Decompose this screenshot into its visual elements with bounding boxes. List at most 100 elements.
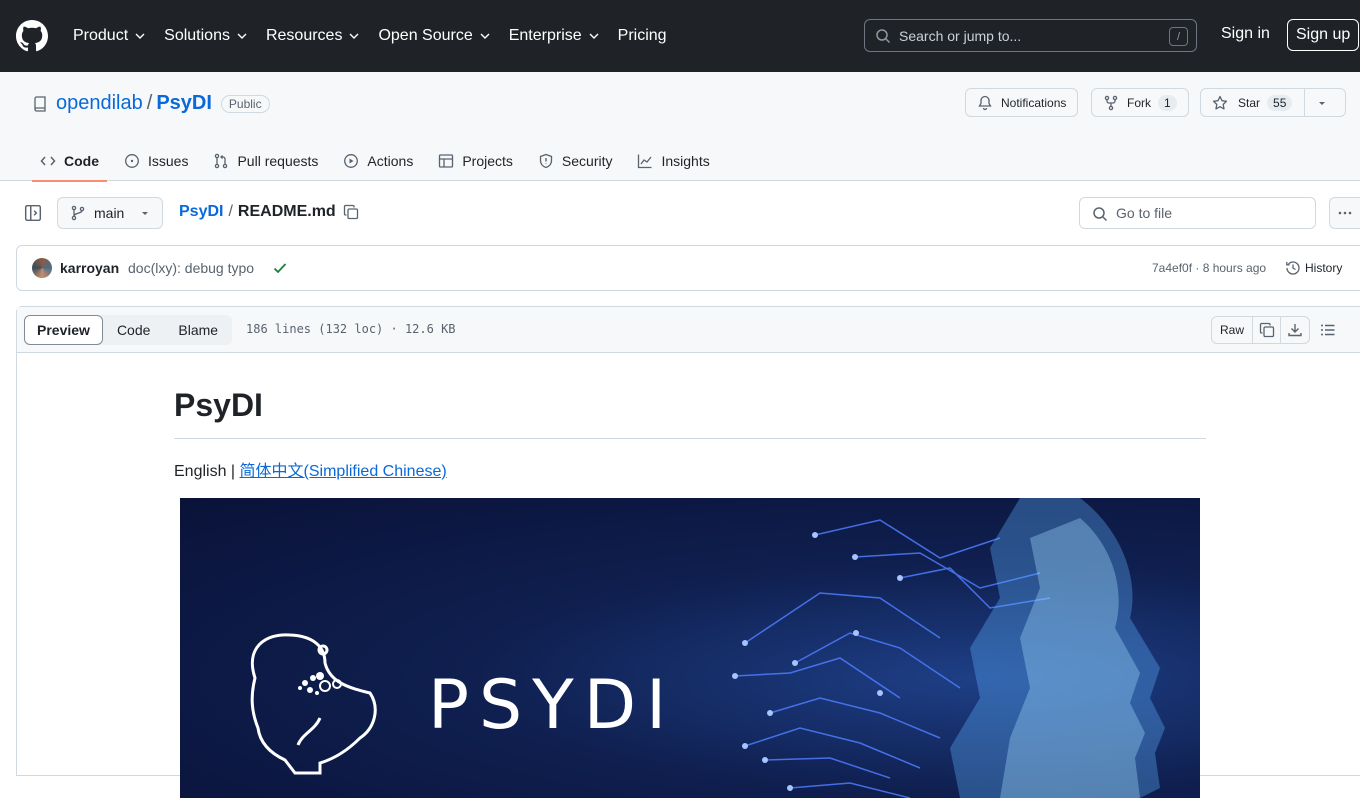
tab-pull-requests[interactable]: Pull requests	[205, 141, 326, 181]
fork-button[interactable]: Fork 1	[1091, 88, 1189, 117]
nav-label: Open Source	[378, 27, 473, 44]
chinese-readme-link[interactable]: 简体中文(Simplified Chinese)	[240, 463, 447, 480]
bell-icon	[978, 95, 992, 110]
repo-icon	[34, 95, 46, 112]
search-icon	[1093, 207, 1108, 222]
tab-label: Code	[64, 153, 99, 169]
file-toolbar: main PsyDI / README.md Go to file	[0, 181, 1360, 245]
notifications-label: Notifications	[1001, 95, 1067, 110]
sign-in-link[interactable]: Sign in	[1221, 25, 1270, 43]
nav-label: Pricing	[617, 27, 667, 44]
kebab-horizontal-icon	[1338, 211, 1352, 215]
nav-label: Solutions	[164, 27, 230, 44]
top-nav: Product Solutions Resources Open Source …	[73, 27, 685, 45]
triangle-down-icon	[1318, 101, 1325, 105]
code-icon	[40, 156, 56, 166]
play-icon	[344, 154, 359, 168]
nav-pricing[interactable]: Pricing	[618, 27, 667, 45]
chevron-down-icon	[480, 33, 490, 39]
fork-label: Fork	[1127, 95, 1151, 110]
code-view-tab[interactable]: Code	[103, 315, 164, 345]
banner-wordmark: PSYDI	[428, 666, 677, 745]
raw-button[interactable]: Raw	[1212, 317, 1254, 343]
nav-enterprise[interactable]: Enterprise	[509, 27, 600, 45]
head-silhouette	[950, 498, 1165, 798]
logo-head-icon	[250, 633, 377, 775]
go-to-file-input[interactable]: Go to file	[1079, 197, 1316, 229]
commit-author-link[interactable]: karroyan	[60, 260, 119, 276]
copy-icon[interactable]	[343, 204, 359, 220]
sidebar-expand-icon[interactable]	[24, 204, 42, 222]
shield-icon	[539, 153, 553, 169]
repo-name-link[interactable]: PsyDI	[156, 92, 212, 115]
tab-label: Issues	[148, 153, 189, 169]
download-button[interactable]	[1281, 317, 1309, 343]
file-viewer-header: Preview Code Blame 186 lines (132 loc) ·…	[17, 307, 1360, 353]
copy-raw-button[interactable]	[1253, 317, 1282, 343]
issue-icon	[125, 154, 139, 168]
star-dropdown-button[interactable]	[1304, 89, 1338, 116]
more-options-button[interactable]	[1329, 197, 1360, 229]
tab-issues[interactable]: Issues	[116, 141, 196, 181]
search-shortcut-key: /	[1169, 27, 1188, 46]
check-icon[interactable]	[272, 260, 288, 276]
triangle-down-icon	[142, 212, 149, 215]
graph-icon	[638, 154, 652, 169]
tab-label: Actions	[367, 153, 414, 169]
repo-owner-link[interactable]: opendilab	[56, 92, 143, 115]
global-header: Product Solutions Resources Open Source …	[0, 0, 1360, 72]
tab-label: Pull requests	[237, 153, 319, 169]
chevron-down-icon	[589, 33, 599, 39]
star-label: Star	[1238, 95, 1261, 110]
nav-open-source[interactable]: Open Source	[378, 27, 490, 45]
repo-header: opendilab / PsyDI Public Notifications F…	[0, 72, 1360, 182]
readme-content: PsyDI English | 简体中文(Simplified Chinese)	[174, 353, 1206, 798]
github-logo-icon[interactable]	[16, 20, 48, 52]
copy-icon	[1259, 322, 1274, 338]
tab-security[interactable]: Security	[530, 141, 621, 181]
branch-name: main	[94, 205, 125, 221]
history-label: History	[1305, 261, 1343, 275]
breadcrumb-file: README.md	[237, 203, 336, 220]
file-viewer: Preview Code Blame 186 lines (132 loc) ·…	[16, 306, 1360, 798]
notifications-button[interactable]: Notifications	[965, 88, 1079, 117]
language-prefix: English |	[174, 463, 240, 480]
nav-resources[interactable]: Resources	[266, 27, 360, 45]
tab-actions[interactable]: Actions	[335, 141, 421, 181]
star-icon	[1212, 95, 1228, 110]
nav-product[interactable]: Product	[73, 27, 146, 45]
search-placeholder: Search or jump to...	[899, 27, 1022, 44]
table-icon	[439, 154, 454, 168]
readme-title: PsyDI	[174, 387, 1206, 439]
commit-sha-time[interactable]: 7a4ef0f · 8 hours ago	[1152, 261, 1266, 275]
preview-tab[interactable]: Preview	[24, 315, 103, 345]
tab-projects[interactable]: Projects	[430, 141, 521, 181]
breadcrumb-repo-link[interactable]: PsyDI	[179, 203, 223, 221]
tab-label: Projects	[462, 153, 513, 169]
global-search-input[interactable]: Search or jump to... /	[864, 19, 1197, 52]
star-count: 55	[1267, 94, 1293, 111]
tab-insights[interactable]: Insights	[629, 141, 717, 181]
tab-label: Insights	[661, 153, 710, 169]
commit-message-link[interactable]: doc(lxy): debug typo	[128, 260, 254, 276]
chevron-down-icon	[237, 33, 247, 39]
branch-icon	[71, 205, 85, 221]
sign-up-button[interactable]: Sign up	[1287, 19, 1360, 51]
brain-circuit-illustration	[250, 498, 1165, 798]
raw-actions: Raw	[1211, 316, 1311, 344]
star-button[interactable]: Star 55	[1200, 88, 1346, 117]
go-to-file-placeholder: Go to file	[1116, 205, 1173, 221]
history-button[interactable]: History	[1285, 260, 1342, 276]
visibility-badge: Public	[220, 94, 270, 113]
list-unordered-icon[interactable]	[1320, 322, 1336, 338]
pull-request-icon	[215, 153, 228, 169]
blame-tab[interactable]: Blame	[164, 315, 232, 345]
fork-icon	[1104, 95, 1118, 110]
readme-banner-image: PSYDI	[180, 498, 1200, 798]
avatar[interactable]	[32, 258, 52, 278]
download-icon	[1288, 324, 1302, 337]
branch-select-button[interactable]: main	[57, 197, 163, 229]
nav-solutions[interactable]: Solutions	[164, 27, 248, 45]
nav-label: Product	[73, 27, 129, 44]
tab-code[interactable]: Code	[32, 141, 107, 182]
